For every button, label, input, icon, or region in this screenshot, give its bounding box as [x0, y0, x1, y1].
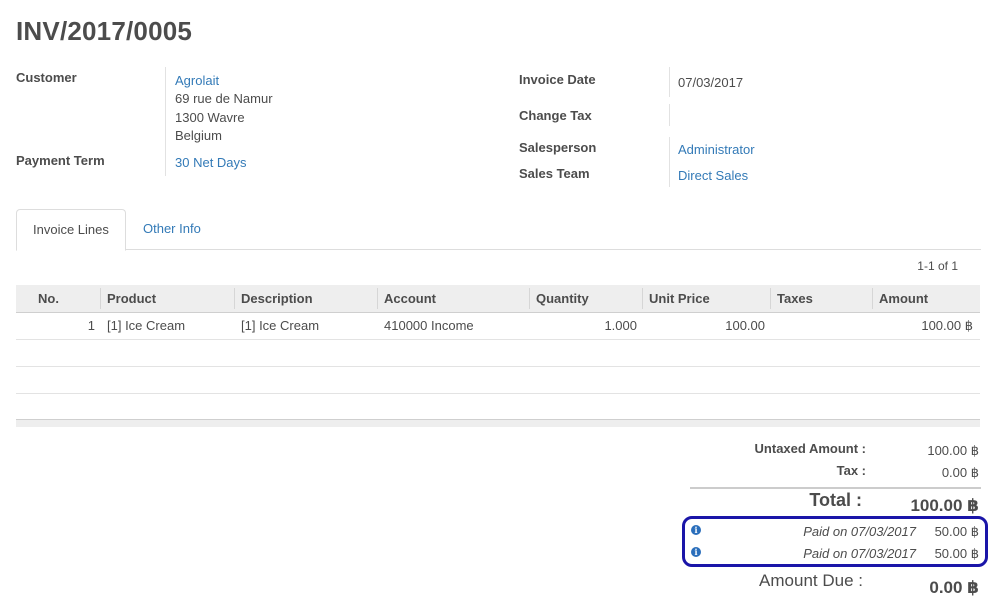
untaxed-amount-value: 100.00 ฿	[927, 443, 979, 458]
column-divider	[234, 288, 235, 309]
customer-address-line3: Belgium	[175, 128, 222, 143]
cell-description: [1] Ice Cream	[241, 318, 320, 333]
invoice-date-separator	[669, 67, 670, 97]
customer-label: Customer	[16, 70, 77, 85]
tax-value: 0.00 ฿	[941, 465, 979, 480]
column-quantity[interactable]: Quantity	[536, 285, 589, 312]
sales-team-label: Sales Team	[519, 166, 590, 181]
column-divider	[642, 288, 643, 309]
column-no[interactable]: No.	[38, 285, 59, 312]
cell-amount: 100.00 ฿	[921, 318, 973, 333]
empty-row	[16, 340, 980, 367]
invoice-lines-header: No. Product Description Account Quantity…	[16, 285, 980, 313]
cell-unit-price: 100.00	[725, 318, 765, 333]
payment-line-text: Paid on 07/03/2017	[803, 546, 916, 561]
table-footer	[16, 419, 980, 427]
salesperson-label: Salesperson	[519, 140, 597, 155]
column-account[interactable]: Account	[384, 285, 436, 312]
customer-link[interactable]: Agrolait	[175, 73, 219, 88]
column-divider	[872, 288, 873, 309]
tabs-divider	[16, 249, 981, 250]
table-row[interactable]: 1 [1] Ice Cream [1] Ice Cream 410000 Inc…	[16, 313, 980, 340]
customer-address-line2: 1300 Wavre	[175, 110, 245, 125]
amount-due-value: 0.00 ฿	[929, 578, 979, 597]
invoice-date-label: Invoice Date	[519, 72, 596, 87]
column-divider	[377, 288, 378, 309]
invoice-date-value[interactable]: 07/03/2017	[678, 75, 743, 90]
column-divider	[770, 288, 771, 309]
payment-term-link[interactable]: 30 Net Days	[175, 155, 247, 170]
cell-product: [1] Ice Cream	[107, 318, 186, 333]
salesperson-separator	[669, 137, 670, 187]
column-taxes[interactable]: Taxes	[777, 285, 813, 312]
cell-quantity: 1.000	[604, 318, 637, 333]
invoice-title: INV/2017/0005	[16, 16, 193, 46]
column-unit-price[interactable]: Unit Price	[649, 285, 710, 312]
pager[interactable]: 1-1 of 1	[917, 259, 958, 273]
payment-line-text: Paid on 07/03/2017	[803, 524, 916, 539]
total-label: Total :	[809, 490, 862, 510]
tab-other-info[interactable]: Other Info	[127, 209, 217, 249]
change-tax-separator	[669, 104, 670, 126]
payment-line-amount: 50.00 ฿	[934, 546, 979, 561]
cell-account: 410000 Income	[384, 318, 474, 333]
payment-term-label: Payment Term	[16, 153, 105, 168]
column-divider	[529, 288, 530, 309]
column-product[interactable]: Product	[107, 285, 156, 312]
tab-invoice-lines[interactable]: Invoice Lines	[16, 209, 126, 251]
salesperson-link[interactable]: Administrator	[678, 142, 755, 157]
column-amount[interactable]: Amount	[879, 285, 928, 312]
customer-address-line1: 69 rue de Namur	[175, 91, 273, 106]
amount-due-label: Amount Due :	[759, 571, 863, 590]
empty-row	[16, 367, 980, 394]
total-value: 100.00 ฿	[910, 496, 979, 515]
payment-line-amount: 50.00 ฿	[934, 524, 979, 539]
left-field-separator	[165, 67, 166, 176]
untaxed-amount-label: Untaxed Amount :	[754, 441, 866, 456]
sales-team-link[interactable]: Direct Sales	[678, 168, 748, 183]
totals-divider	[690, 487, 981, 489]
column-divider	[100, 288, 101, 309]
cell-no: 1	[87, 318, 95, 333]
column-description[interactable]: Description	[241, 285, 313, 312]
change-tax-label: Change Tax	[519, 108, 592, 123]
tax-label: Tax :	[836, 463, 866, 478]
empty-row	[16, 394, 980, 420]
